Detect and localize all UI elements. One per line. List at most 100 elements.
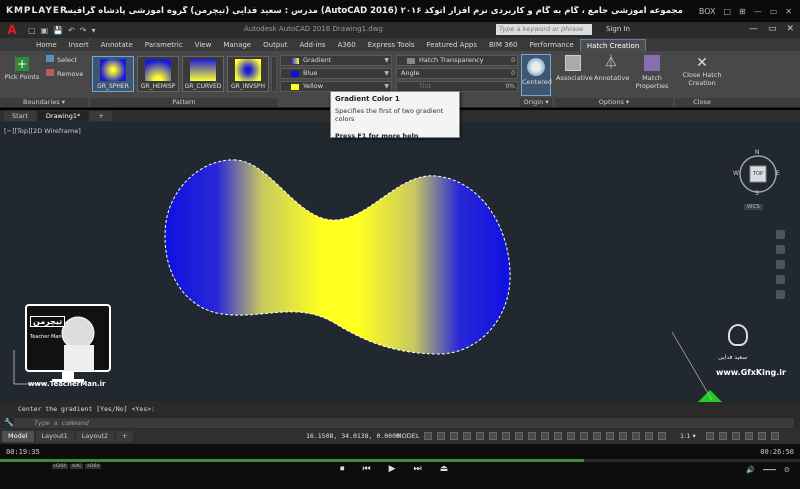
layout-tab-layout2[interactable]: Layout2 (75, 431, 114, 442)
selection-cycling-icon[interactable] (528, 432, 536, 440)
gradient-hatch-region[interactable] (164, 159, 511, 355)
skin-button[interactable]: ⊞ (739, 7, 746, 16)
orbit-icon[interactable] (775, 275, 785, 284)
showmotion-icon[interactable] (775, 290, 785, 299)
full-navigation-wheel-icon[interactable] (775, 230, 785, 239)
associative-button[interactable]: Associative (556, 55, 593, 82)
pick-points-button[interactable]: + Pick Points (4, 57, 40, 81)
ortho-icon[interactable] (450, 432, 458, 440)
snap-icon[interactable] (437, 432, 445, 440)
annotative-button[interactable]: ⏃ Annotative (594, 55, 629, 82)
close-hatch-creation-button[interactable]: ✕ Close Hatch Creation (676, 55, 728, 87)
lineweight-icon[interactable] (502, 432, 510, 440)
tab-hatch-creation[interactable]: Hatch Creation (579, 39, 647, 51)
seek-bar[interactable] (0, 459, 800, 462)
hatch-type-dropdown[interactable]: Gradient ▼ (280, 55, 392, 66)
volume-slider[interactable]: ━━━ (763, 466, 776, 474)
centered-button[interactable]: Centered (521, 54, 552, 96)
osnap-icon[interactable] (476, 432, 484, 440)
command-input[interactable]: Type a command (14, 418, 794, 428)
app-minimize-button[interactable]: — (749, 24, 758, 34)
save-icon[interactable]: 💾 (53, 26, 63, 35)
minimize-button[interactable]: — (754, 7, 762, 16)
pattern-gr-hemisp[interactable]: GR_HEMISP (137, 56, 179, 92)
3d-osnap-icon[interactable] (541, 432, 549, 440)
match-properties-button[interactable]: Match Properties (632, 55, 672, 90)
origin-panel-title[interactable]: Origin ▾ (520, 98, 552, 107)
application-menu-button[interactable]: A (0, 22, 24, 38)
viewcube-west[interactable]: W (733, 170, 739, 177)
boundaries-panel-title[interactable]: Boundaries ▾ (0, 98, 88, 107)
layout-tab-layout1[interactable]: Layout1 (35, 431, 74, 442)
next-button[interactable]: ⏭ (414, 464, 422, 474)
app-close-button[interactable]: ✕ (786, 24, 794, 34)
volume-icon[interactable]: 🔊 (746, 466, 755, 474)
options-panel-title[interactable]: Options ▾ (555, 98, 673, 107)
app-restore-button[interactable]: ▭ (768, 24, 777, 34)
hardware-acceleration-icon[interactable] (745, 432, 753, 440)
remove-button[interactable]: Remove (46, 69, 83, 78)
new-tab-button[interactable]: + (90, 111, 112, 121)
tab-annotate[interactable]: Annotate (95, 39, 139, 51)
tab-a360[interactable]: A360 (332, 39, 362, 51)
tab-bim-360[interactable]: BIM 360 (483, 39, 524, 51)
model-space-toggle[interactable]: MODEL (396, 432, 419, 440)
gear-icon[interactable] (706, 432, 714, 440)
pattern-scroll[interactable] (271, 56, 277, 92)
play-button[interactable]: ▶ (389, 464, 396, 474)
viewcube-east[interactable]: E (776, 170, 780, 177)
annotation-monitor-icon[interactable] (632, 432, 640, 440)
tab-featured-apps[interactable]: Featured Apps (421, 39, 483, 51)
tab-output[interactable]: Output (257, 39, 293, 51)
clean-screen-icon[interactable] (758, 432, 766, 440)
hatch-transparency-field[interactable]: Hatch Transparency 0 (396, 55, 518, 66)
pin-button[interactable]: □ (723, 7, 731, 16)
tab-add-ins[interactable]: Add-ins (293, 39, 331, 51)
box-button[interactable]: BOX (699, 7, 716, 16)
previous-button[interactable]: ⏮ (363, 464, 371, 474)
redo-icon[interactable]: ↷ (80, 26, 87, 35)
tab-view[interactable]: View (189, 39, 218, 51)
annotation-visibility-icon[interactable] (593, 432, 601, 440)
selection-filter-icon[interactable] (567, 432, 575, 440)
add-layout-button[interactable]: + (116, 431, 134, 442)
zoom-icon[interactable] (775, 260, 785, 269)
isolate-icon[interactable] (732, 432, 740, 440)
gizmo-icon[interactable] (580, 432, 588, 440)
plus-icon[interactable] (719, 432, 727, 440)
dynamic-ucs-icon[interactable] (554, 432, 562, 440)
wcs-menu[interactable]: WCS (744, 204, 763, 210)
settings-icon[interactable]: ⚙ (784, 466, 790, 474)
stop-button[interactable]: ⏹ (340, 464, 345, 474)
tab-performance[interactable]: Performance (523, 39, 579, 51)
undo-icon[interactable]: ↶ (68, 26, 75, 35)
tab-manage[interactable]: Manage (217, 39, 257, 51)
customization-icon[interactable] (771, 432, 779, 440)
tab-home[interactable]: Home (30, 39, 63, 51)
viewcube-south[interactable]: S (755, 190, 759, 197)
search-input[interactable]: Type a keyword or phrase (496, 24, 592, 35)
wrench-icon[interactable]: 🔧 (4, 418, 14, 427)
gradient-color1-dropdown[interactable]: Blue ▼ (280, 68, 392, 79)
angle-field[interactable]: Angle 0 (396, 68, 518, 79)
sign-in-button[interactable]: Sign In (606, 25, 630, 33)
maximize-button[interactable]: ▭ (770, 7, 778, 16)
auto-scale-icon[interactable] (606, 432, 614, 440)
pattern-gr-curved[interactable]: GR_CURVED (182, 56, 224, 92)
layout-tab-model[interactable]: Model (2, 431, 34, 442)
tab-express-tools[interactable]: Express Tools (362, 39, 421, 51)
new-icon[interactable]: ▢ (28, 26, 36, 35)
otrack-icon[interactable] (489, 432, 497, 440)
coordinate-readout[interactable]: 16.1508, 34.0138, 0.0000 (306, 432, 400, 440)
polar-icon[interactable] (463, 432, 471, 440)
workspace-icon[interactable] (619, 432, 627, 440)
qat-dropdown-icon[interactable]: ▾ (92, 26, 96, 35)
quick-properties-icon[interactable] (658, 432, 666, 440)
tab-insert[interactable]: Insert (63, 39, 95, 51)
close-button[interactable]: ✕ (785, 7, 792, 16)
pattern-gr-invsph[interactable]: GR_INVSPH (227, 56, 269, 92)
pattern-gr-spher[interactable]: GR_SPHER (92, 56, 134, 92)
drawing-canvas[interactable]: [−][Top][2D Wireframe] TOP N S E W WCS ت… (0, 122, 800, 402)
units-icon[interactable] (645, 432, 653, 440)
select-button[interactable]: Select (46, 55, 77, 64)
